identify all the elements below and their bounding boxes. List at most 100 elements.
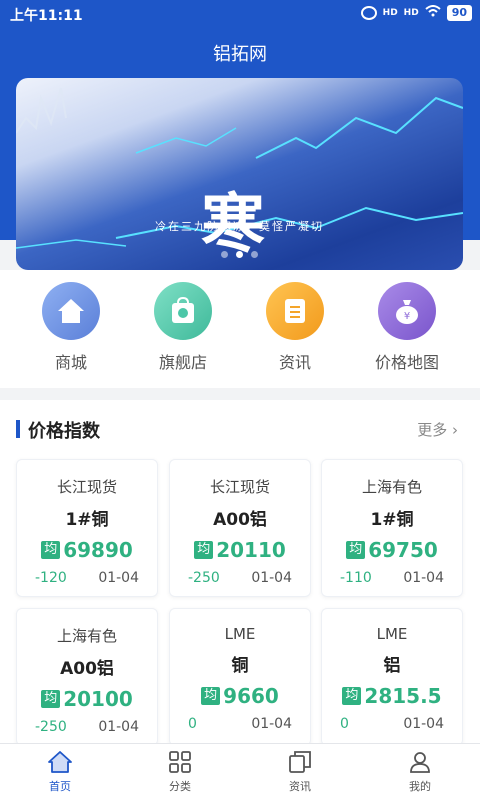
metal-name: 铝	[383, 656, 401, 676]
metal-name: 1#铜	[65, 510, 109, 530]
signal-label-1: HD	[382, 8, 398, 18]
avg-badge: 均	[194, 541, 214, 559]
metal-name: A00铝	[60, 659, 114, 679]
shop-bag-icon	[154, 282, 212, 340]
price-value: 20110	[216, 538, 286, 562]
quick-links: 商城 旗舰店 资讯 ¥ 价格地图	[0, 270, 480, 388]
tab-label: 首页	[49, 780, 71, 793]
price-source: 长江现货	[209, 478, 270, 496]
price-date: 01-04	[98, 719, 139, 735]
price-footer: 0 01-04	[170, 716, 310, 732]
price-value: 20100	[63, 687, 133, 711]
price-footer: -250 01-04	[17, 719, 157, 735]
metal-name: 铜	[231, 656, 249, 676]
avg-badge: 均	[346, 541, 366, 559]
price-card[interactable]: 长江现货 1#铜 均 69890 -120 01-04	[16, 459, 158, 597]
price-change: -110	[340, 570, 372, 586]
price-footer: -120 01-04	[17, 570, 157, 586]
section-accent-bar	[16, 420, 20, 438]
avg-badge: 均	[201, 687, 221, 705]
price-source: 上海有色	[56, 627, 117, 645]
status-time: 上午11:11	[10, 8, 83, 24]
price-footer: 0 01-04	[322, 716, 462, 732]
price-change: 0	[188, 716, 197, 732]
price-source: 长江现货	[56, 478, 117, 496]
price-source: LME	[376, 625, 408, 643]
price-card[interactable]: LME 铝 均 2815.5 0 01-04	[321, 608, 463, 746]
quick-link-mall[interactable]: 商城	[21, 282, 121, 373]
price-change: -250	[35, 719, 67, 735]
quick-link-price-map[interactable]: ¥ 价格地图	[357, 282, 457, 373]
status-bar: 上午11:11 HD HD 90	[0, 0, 480, 28]
carousel-dot-active[interactable]	[236, 251, 243, 258]
bottom-tab-bar: 首页 分类 资讯 我的	[0, 743, 480, 800]
money-bag-icon: ¥	[378, 282, 436, 340]
house-icon	[42, 282, 100, 340]
price-row: 均 69750	[322, 538, 462, 562]
price-date: 01-04	[403, 716, 444, 732]
home-icon	[48, 751, 72, 773]
tab-category[interactable]: 分类	[120, 750, 240, 794]
grid-icon	[169, 751, 191, 773]
status-icons: HD HD 90	[360, 5, 472, 21]
price-row: 均 2815.5	[322, 684, 462, 708]
carousel-dot[interactable]	[221, 251, 228, 258]
svg-text:¥: ¥	[404, 311, 410, 322]
tab-label: 我的	[409, 780, 431, 793]
price-value: 69750	[368, 538, 438, 562]
carousel-dots	[16, 251, 463, 258]
price-card[interactable]: 上海有色 1#铜 均 69750 -110 01-04	[321, 459, 463, 597]
more-link[interactable]: 更多 ›	[417, 419, 458, 440]
quick-link-label: 旗舰店	[158, 353, 207, 372]
price-footer: -110 01-04	[322, 570, 462, 586]
quick-link-label: 价格地图	[374, 353, 439, 372]
price-date: 01-04	[98, 570, 139, 586]
person-icon	[410, 752, 430, 773]
signal-label-2: HD	[403, 8, 419, 18]
price-change: -250	[188, 570, 220, 586]
avg-badge: 均	[41, 541, 61, 559]
price-card[interactable]: 长江现货 A00铝 均 20110 -250 01-04	[169, 459, 311, 597]
price-row: 均 69890	[17, 538, 157, 562]
price-row: 均 20100	[17, 687, 157, 711]
carousel-dot[interactable]	[251, 251, 258, 258]
price-value: 9660	[223, 684, 279, 708]
price-value: 2815.5	[364, 684, 442, 708]
quick-link-label: 商城	[54, 353, 87, 372]
price-date: 01-04	[403, 570, 444, 586]
more-label: 更多	[417, 421, 448, 439]
wifi-icon	[425, 5, 441, 21]
price-value: 69890	[63, 538, 133, 562]
price-source: LME	[224, 625, 256, 643]
tab-profile[interactable]: 我的	[360, 750, 480, 794]
app-title: 铝拓网	[213, 44, 267, 65]
price-card[interactable]: 上海有色 A00铝 均 20100 -250 01-04	[16, 608, 158, 746]
metal-name: 1#铜	[370, 510, 414, 530]
section-title: 价格指数	[28, 421, 100, 442]
price-index-section: 价格指数 更多 › 长江现货 1#铜 均 69890 -120 01-04 长江…	[0, 400, 480, 746]
quick-link-label: 资讯	[278, 353, 311, 372]
news-icon	[289, 751, 311, 773]
tab-label: 分类	[169, 780, 191, 793]
alarm-icon	[360, 6, 377, 20]
price-source: 上海有色	[361, 478, 422, 496]
price-date: 01-04	[251, 570, 292, 586]
price-date: 01-04	[251, 716, 292, 732]
avg-badge: 均	[41, 690, 61, 708]
quick-link-flagship-store[interactable]: 旗舰店	[133, 282, 233, 373]
banner-slogan: 冷在三九防寒冻，莫怪严凝切	[155, 220, 324, 233]
price-row: 均 20110	[170, 538, 310, 562]
chevron-right-icon: ›	[452, 421, 458, 439]
metal-name: A00铝	[213, 510, 267, 530]
price-footer: -250 01-04	[170, 570, 310, 586]
price-change: 0	[340, 716, 349, 732]
battery-icon: 90	[446, 5, 472, 21]
banner-carousel[interactable]: 寒 冷在三九防寒冻，莫怪严凝切	[16, 78, 463, 270]
price-row: 均 9660	[170, 684, 310, 708]
avg-badge: 均	[342, 687, 362, 705]
price-card[interactable]: LME 铜 均 9660 0 01-04	[169, 608, 311, 746]
quick-link-news[interactable]: 资讯	[245, 282, 345, 373]
tab-news[interactable]: 资讯	[240, 750, 360, 794]
tab-home[interactable]: 首页	[0, 750, 120, 794]
document-icon	[266, 282, 324, 340]
